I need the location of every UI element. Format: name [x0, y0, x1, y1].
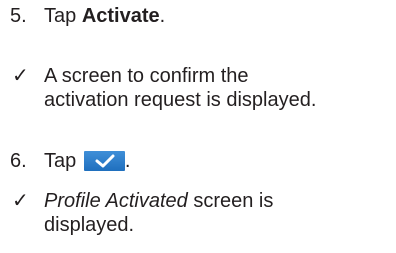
step-text: Tap . [44, 149, 384, 173]
confirm-button[interactable] [83, 151, 125, 171]
step-suffix: . [124, 150, 131, 172]
step-number: 6. [10, 150, 27, 172]
activate-label: Activate [81, 5, 160, 27]
step-number: 5. [10, 5, 27, 27]
step-prefix: Tap [44, 150, 82, 172]
checkmark-bullet-icon: ✓ [12, 65, 29, 87]
checkmark-icon [95, 154, 115, 168]
profile-activated-label: Profile Activated [44, 190, 188, 212]
step-prefix: Tap [44, 5, 82, 27]
result-text: Profile Activated screen is displayed. [44, 189, 324, 237]
step-suffix: . [159, 5, 166, 27]
checkmark-bullet-icon: ✓ [12, 190, 29, 212]
step-text: Tap Activate. [44, 4, 384, 28]
result-text: A screen to confirm the activation reque… [44, 65, 317, 111]
